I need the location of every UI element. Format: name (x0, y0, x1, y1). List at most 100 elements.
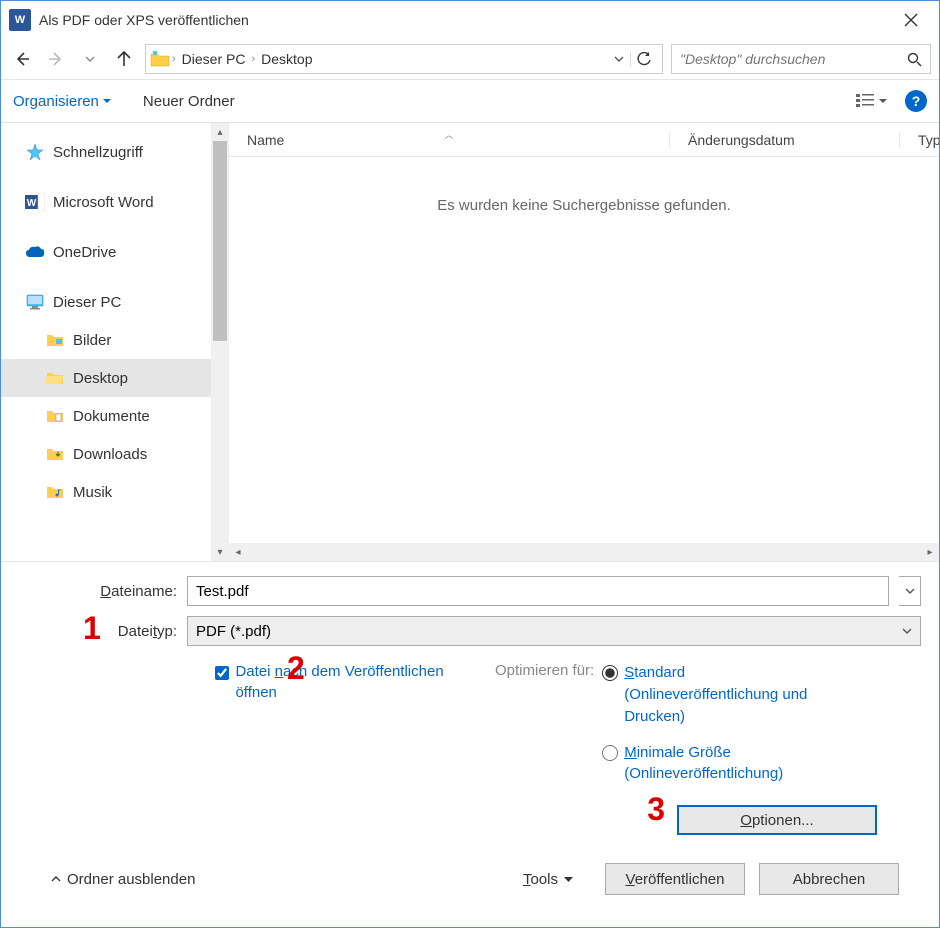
sidebar-item-label: Musik (73, 484, 112, 501)
column-header-date[interactable]: Änderungsdatum (669, 132, 899, 148)
navigation-row: › Dieser PC › Desktop (1, 39, 939, 79)
folder-icon (45, 407, 65, 425)
sidebar-item-word[interactable]: W Microsoft Word (1, 183, 211, 221)
help-button[interactable]: ? (905, 90, 927, 112)
sidebar-item-thispc[interactable]: Dieser PC (1, 283, 211, 321)
scroll-right-icon[interactable]: ▸ (921, 547, 939, 558)
address-dropdown[interactable] (608, 54, 630, 64)
sidebar-item-downloads[interactable]: Downloads (1, 435, 211, 473)
scroll-left-icon[interactable]: ◂ (229, 547, 247, 558)
chevron-down-icon (902, 626, 912, 636)
breadcrumb-separator: › (170, 53, 178, 65)
view-dropdown[interactable] (879, 97, 887, 105)
file-list-area: ︿ Name Änderungsdatum Typ Es wurden kein… (229, 123, 939, 561)
save-dialog-window: W Als PDF oder XPS veröffentlichen › Die… (0, 0, 940, 928)
forward-button[interactable] (43, 46, 69, 72)
filetype-select[interactable]: PDF (*.pdf) (187, 616, 921, 646)
search-box[interactable] (671, 44, 931, 74)
arrow-up-icon (115, 50, 133, 68)
sidebar-item-label: Schnellzugriff (53, 144, 143, 161)
options-area: Datei nach dem Veröffentlichen öffnen 2 … (29, 656, 921, 785)
navigation-sidebar: Schnellzugriff W Microsoft Word OneDrive… (1, 123, 211, 561)
filename-input[interactable] (187, 576, 889, 606)
sidebar-item-documents[interactable]: Dokumente (1, 397, 211, 435)
dropdown-arrow-icon (879, 97, 887, 105)
filename-row: Dateiname: (29, 576, 921, 606)
arrow-left-icon (13, 50, 31, 68)
recent-dropdown[interactable] (77, 46, 103, 72)
sidebar-scrollbar[interactable]: ▴ ▾ (211, 123, 229, 561)
arrow-right-icon (47, 50, 65, 68)
sidebar-item-label: Downloads (73, 446, 147, 463)
folder-icon (45, 483, 65, 501)
refresh-button[interactable] (630, 52, 658, 67)
pc-icon (25, 293, 45, 311)
breadcrumb-separator: › (249, 53, 257, 65)
view-options-button[interactable] (855, 92, 875, 110)
hide-folders-label: Ordner ausblenden (67, 871, 195, 888)
folder-icon (45, 331, 65, 349)
refresh-icon (637, 52, 652, 67)
sidebar-item-label: Microsoft Word (53, 194, 154, 211)
search-input[interactable] (680, 51, 907, 67)
options-button-row: 3 Optionen... (29, 795, 921, 835)
star-icon (25, 143, 45, 161)
radio-minimal-label[interactable]: Minimale Größe (Onlineveröffentlichung) (624, 742, 824, 786)
radio-minimal-input[interactable] (602, 745, 618, 761)
open-after-checkbox[interactable] (215, 665, 229, 681)
close-icon (904, 13, 918, 27)
bottom-panel: Dateiname: 1 Dateityp: PDF (*.pdf) Datei… (1, 561, 939, 927)
new-folder-button[interactable]: Neuer Ordner (143, 93, 235, 110)
hide-folders-toggle[interactable]: Ordner ausblenden (51, 871, 195, 888)
filename-label: Dateiname: (29, 583, 177, 600)
folder-icon (150, 51, 170, 67)
publish-button[interactable]: Veröffentlichen (605, 863, 745, 895)
options-button[interactable]: Optionen... (677, 805, 877, 835)
title-bar: W Als PDF oder XPS veröffentlichen (1, 1, 939, 39)
sidebar-item-onedrive[interactable]: OneDrive (1, 233, 211, 271)
dialog-footer: Ordner ausblenden Tools Veröffentlichen … (29, 845, 921, 913)
optimize-radio-group: Standard (Onlineveröffentlichung und Dru… (602, 662, 824, 785)
filetype-label: Dateityp: (29, 623, 177, 640)
sidebar-item-quickaccess[interactable]: Schnellzugriff (1, 133, 211, 171)
filename-dropdown[interactable] (899, 576, 921, 606)
scrollbar-thumb[interactable] (213, 141, 227, 341)
sidebar-item-music[interactable]: Musik (1, 473, 211, 511)
folder-icon (45, 445, 65, 463)
annotation-3: 3 (647, 791, 665, 828)
dropdown-arrow-icon (103, 97, 111, 105)
open-after-label[interactable]: Datei nach dem Veröffentlichen öffnen (235, 662, 465, 703)
folder-open-icon (45, 369, 65, 387)
breadcrumb-item[interactable]: Dieser PC (178, 51, 250, 67)
radio-standard-input[interactable] (602, 665, 618, 681)
filetype-row: 1 Dateityp: PDF (*.pdf) (29, 616, 921, 646)
breadcrumb-item[interactable]: Desktop (257, 51, 316, 67)
column-header-type[interactable]: Typ (899, 132, 939, 148)
sort-indicator-icon: ︿ (444, 128, 453, 141)
sidebar-item-label: Dokumente (73, 408, 150, 425)
dialog-body: Schnellzugriff W Microsoft Word OneDrive… (1, 123, 939, 561)
empty-results-message: Es wurden keine Suchergebnisse gefunden. (229, 157, 939, 254)
up-button[interactable] (111, 46, 137, 72)
back-button[interactable] (9, 46, 35, 72)
scroll-down-icon[interactable]: ▾ (211, 543, 229, 561)
sidebar-item-pictures[interactable]: Bilder (1, 321, 211, 359)
chevron-down-icon (614, 54, 624, 64)
tools-menu[interactable]: Tools (523, 871, 573, 888)
open-after-checkbox-group: Datei nach dem Veröffentlichen öffnen (215, 662, 465, 703)
radio-standard-label[interactable]: Standard (Onlineveröffentlichung und Dru… (624, 662, 824, 727)
radio-standard[interactable]: Standard (Onlineveröffentlichung und Dru… (602, 662, 824, 727)
search-icon[interactable] (907, 52, 922, 67)
view-icon (855, 92, 875, 110)
organize-menu[interactable]: Organisieren (13, 93, 111, 110)
cancel-button[interactable]: Abbrechen (759, 863, 899, 895)
dropdown-arrow-icon (564, 875, 573, 884)
horizontal-scrollbar[interactable]: ◂ ▸ (229, 543, 939, 561)
close-button[interactable] (891, 5, 931, 35)
radio-minimal[interactable]: Minimale Größe (Onlineveröffentlichung) (602, 742, 824, 786)
cloud-icon (25, 243, 45, 261)
address-bar[interactable]: › Dieser PC › Desktop (145, 44, 663, 74)
scroll-up-icon[interactable]: ▴ (211, 123, 229, 141)
sidebar-item-desktop[interactable]: Desktop (1, 359, 211, 397)
column-header-name[interactable]: ︿ Name (229, 132, 669, 148)
